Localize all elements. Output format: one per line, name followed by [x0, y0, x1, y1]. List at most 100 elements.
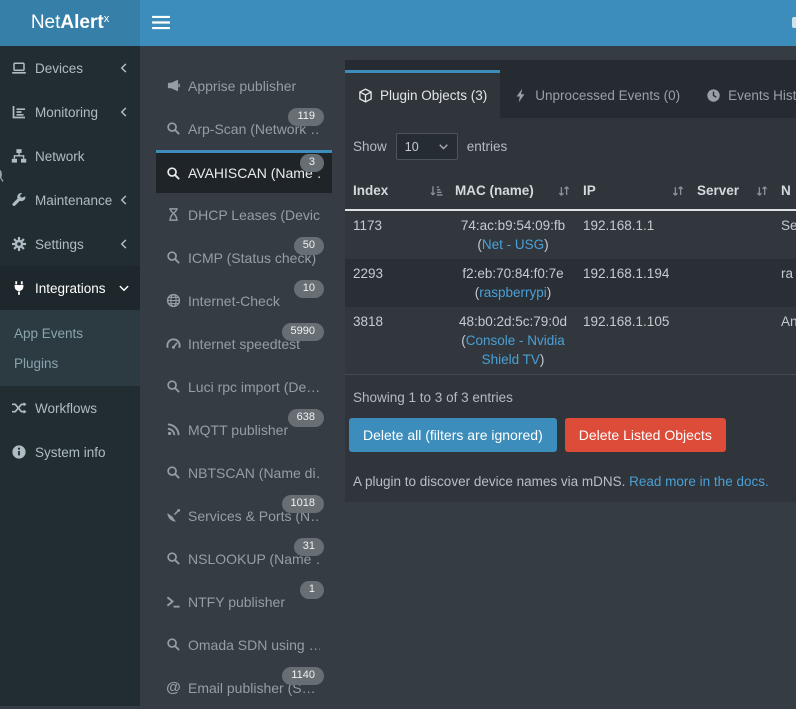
cube-icon	[358, 88, 373, 103]
column-header-ip[interactable]: IP	[575, 172, 689, 210]
device-name-link[interactable]: Console - Nvidia Shield TV	[466, 333, 565, 367]
device-name: (Console - Nvidia Shield TV)	[455, 331, 571, 369]
plugin-label: Internet-Check	[188, 293, 280, 309]
device-name: (raspberrypi)	[455, 283, 571, 302]
page-size-select[interactable]: 10	[396, 133, 458, 160]
chevron-down-icon	[438, 141, 449, 152]
sidebar-item-network[interactable]: Network	[0, 134, 140, 178]
sidebar-toggle-icon[interactable]	[151, 14, 171, 31]
shuffle-icon	[11, 400, 27, 416]
cell-name-clipped: ra	[773, 259, 796, 307]
tab-label: Unprocessed Events (0)	[535, 88, 680, 103]
plugin-item-arp-scan-network[interactable]: Arp-Scan (Network … 119	[156, 107, 332, 150]
tab-label: Plugin Objects (3)	[380, 88, 487, 103]
show-label: Show	[353, 139, 387, 154]
column-header-server[interactable]: Server	[689, 172, 773, 210]
plugin-item-mqtt-publisher[interactable]: MQTT publisher 638	[156, 408, 332, 451]
cell-name-clipped: Se	[773, 210, 796, 259]
sidebar-item-maintenance[interactable]: Maintenance	[0, 178, 140, 222]
plugin-item-icmp-status-check[interactable]: ICMP (Status check) 50	[156, 236, 332, 279]
tab-plugin-objects-3[interactable]: Plugin Objects (3)	[345, 70, 500, 118]
delete-all-button[interactable]: Delete all (filters are ignored)	[349, 418, 557, 452]
sidebar-item-settings[interactable]: Settings	[0, 222, 140, 266]
sidebar-item-label: Monitoring	[35, 105, 118, 120]
plugin-item-dhcp-leases-devic[interactable]: DHCP Leases (Devic…	[156, 193, 332, 236]
tab-events-history-6[interactable]: Events History (6)	[693, 70, 796, 118]
column-header-n[interactable]: N	[773, 172, 796, 210]
sidebar-item-label: Workflows	[35, 401, 130, 416]
sidebar-item-system-info[interactable]: System info	[0, 430, 140, 474]
plugin-label: Apprise publisher	[188, 78, 296, 94]
plugin-item-luci-rpc-import-de[interactable]: Luci rpc import (De…	[156, 365, 332, 408]
plugin-label: MQTT publisher	[188, 422, 288, 438]
plugin-count-badge: 638	[288, 409, 324, 427]
search-icon	[166, 465, 181, 480]
plugin-label: Omada SDN using …	[188, 637, 320, 653]
search-icon	[166, 121, 181, 136]
sidebar-item-devices[interactable]: Devices	[0, 46, 140, 90]
plugin-list: Apprise publisher Arp-Scan (Network … 11…	[140, 46, 337, 706]
tab-unprocessed-events-0[interactable]: Unprocessed Events (0)	[500, 70, 693, 118]
clipped-rocket-icon	[0, 168, 7, 184]
plugin-item-internet-check[interactable]: Internet-Check 10	[156, 279, 332, 322]
search-icon	[166, 637, 181, 652]
brand-logo[interactable]: NetAlertx	[0, 0, 140, 46]
tab-bar: Plugin Objects (3) Unprocessed Events (0…	[345, 60, 796, 118]
sidebar-item-label: Devices	[35, 61, 118, 76]
plugin-count-badge: 1018	[282, 495, 324, 513]
plugin-item-services-ports-n[interactable]: Services & Ports (N… 1018	[156, 494, 332, 537]
bolt-icon	[513, 88, 528, 103]
chevron-left-icon	[118, 106, 130, 118]
cell-server	[689, 259, 773, 307]
plugin-label: NBTSCAN (Name di…	[188, 465, 320, 481]
column-header-mac-name[interactable]: MAC (name)	[447, 172, 575, 210]
brand-bold: Alert	[60, 12, 103, 34]
device-name-link[interactable]: raspberrypi	[479, 285, 547, 300]
column-header-index[interactable]: Index	[345, 172, 447, 210]
sidebar-item-label: Settings	[35, 237, 118, 252]
plugin-item-ntfy-publisher[interactable]: NTFY publisher 1	[156, 580, 332, 623]
device-name-link[interactable]: Net - USG	[482, 237, 544, 252]
plugin-label: Luci rpc import (De…	[188, 379, 320, 395]
table-row: 1173 74:ac:b9:54:09:fb (Net - USG) 192.1…	[345, 210, 796, 259]
chevron-left-icon	[118, 62, 130, 74]
plugin-item-omada-sdn-using[interactable]: Omada SDN using …	[156, 623, 332, 666]
docs-link[interactable]: Read more in the docs.	[629, 474, 769, 489]
plugin-item-apprise-publisher[interactable]: Apprise publisher	[156, 64, 332, 107]
globe-icon	[166, 293, 181, 308]
plugin-item-email-publisher-s[interactable]: @ Email publisher (S… 1140	[156, 666, 332, 709]
plugin-item-nslookup-name[interactable]: NSLOOKUP (Name … 31	[156, 537, 332, 580]
column-header-label: MAC (name)	[455, 183, 534, 198]
cell-name-clipped: An	[773, 307, 796, 375]
sidebar-item-label: Integrations	[35, 281, 118, 296]
plugin-count-badge: 1	[300, 581, 324, 599]
button-row: Delete all (filters are ignored) Delete …	[349, 418, 796, 452]
page-size-value: 10	[405, 140, 419, 154]
submenu-item-plugins[interactable]: Plugins	[0, 348, 140, 378]
plugin-item-internet-speedtest[interactable]: Internet speedtest 5990	[156, 322, 332, 365]
delete-listed-button[interactable]: Delete Listed Objects	[565, 418, 726, 452]
sidebar-item-integrations[interactable]: Integrations	[0, 266, 140, 310]
submenu-item-label: App Events	[14, 326, 83, 341]
plugin-count-badge: 31	[294, 538, 324, 556]
mac-address: 74:ac:b9:54:09:fb	[455, 216, 571, 235]
panel-body: Show 10 entries Index MAC (name) IP Serv…	[345, 133, 796, 489]
sort-both-icon	[755, 184, 769, 198]
sidebar-item-workflows[interactable]: Workflows	[0, 386, 140, 430]
clipped-navbar-item	[792, 17, 796, 28]
plug-icon	[11, 280, 27, 296]
submenu-item-label: Plugins	[14, 356, 58, 371]
sort-amount-icon	[429, 184, 443, 198]
plugin-count-badge: 10	[294, 280, 324, 298]
column-header-label: N	[781, 183, 791, 198]
rss-icon	[166, 422, 181, 437]
submenu-item-app-events[interactable]: App Events	[0, 318, 140, 348]
plugin-objects-table: Index MAC (name) IP Server N 1173 74:ac:…	[345, 172, 796, 375]
page-size-row: Show 10 entries	[353, 133, 796, 160]
plugin-item-nbtscan-name-di[interactable]: NBTSCAN (Name di…	[156, 451, 332, 494]
plugin-item-avahiscan-name[interactable]: AVAHISCAN (Name … 3	[156, 150, 332, 193]
sidebar-item-monitoring[interactable]: Monitoring	[0, 90, 140, 134]
info-icon	[11, 444, 27, 460]
hourglass-icon	[166, 207, 181, 222]
chevron-left-icon	[118, 194, 130, 206]
